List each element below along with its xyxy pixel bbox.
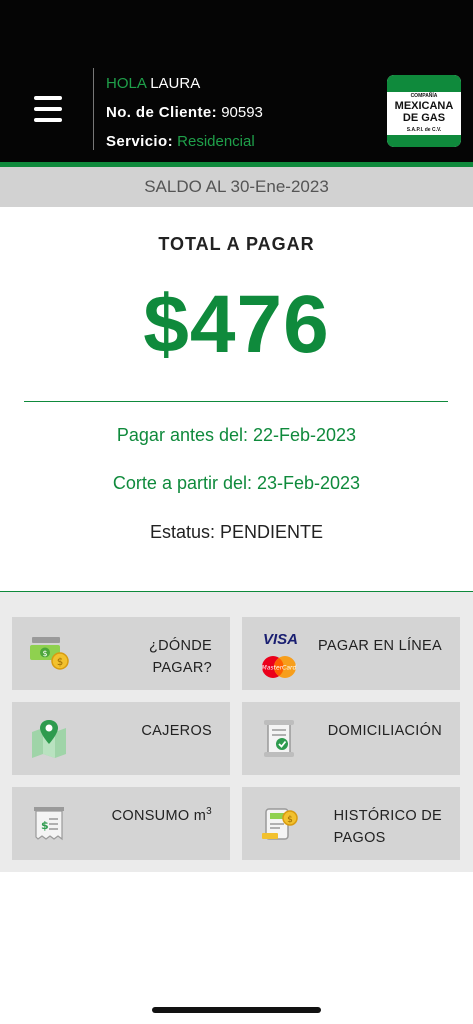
- cut-date: Corte a partir del: 23-Feb-2023: [112, 473, 361, 493]
- service-value: Residencial: [177, 133, 255, 150]
- svg-text:$: $: [41, 819, 49, 832]
- visa-logo: VISA: [263, 631, 299, 648]
- meter-coin-icon: $: [262, 808, 298, 840]
- app-header: HOLA LAURA No. de Cliente: 90593 Servici…: [0, 0, 473, 162]
- svg-text:$: $: [42, 649, 47, 658]
- balance-date-bar: SALDO AL 30-Ene-2023: [0, 167, 473, 207]
- company-logo: COMPAÑÍA MEXICANA DE GAS S.A.P.I. de C.V…: [387, 75, 461, 147]
- where-to-pay-label-1: ¿DÓNDE: [148, 638, 212, 654]
- payment-status: Estatus: PENDIENTE: [149, 522, 324, 542]
- svg-text:MasterCard: MasterCard: [262, 665, 297, 672]
- receipt-money-icon: $: [34, 807, 64, 841]
- payment-history-button[interactable]: $ HISTÓRICO DE PAGOS: [242, 787, 460, 860]
- where-to-pay-label-2: PAGAR?: [152, 660, 212, 676]
- client-number-value: 90593: [221, 104, 263, 121]
- amount-divider: [24, 401, 448, 402]
- direct-debit-button[interactable]: DOMICILIACIÓN: [242, 702, 460, 775]
- atms-label: CAJEROS: [141, 723, 212, 739]
- where-to-pay-button[interactable]: $ $ ¿DÓNDE PAGAR?: [12, 617, 230, 690]
- svg-text:$: $: [57, 657, 63, 668]
- greeting-prefix: HOLA: [106, 75, 147, 92]
- payment-history-label-1: HISTÓRICO DE: [333, 808, 442, 824]
- greeting: HOLA LAURA: [106, 75, 200, 92]
- document-check-icon: [264, 720, 294, 757]
- cash-coin-icon: $ $: [30, 637, 69, 670]
- total-amount: $476: [143, 279, 330, 370]
- client-number-row: No. de Cliente: 90593: [106, 104, 263, 121]
- direct-debit-label: DOMICILIACIÓN: [327, 723, 442, 739]
- pay-online-button[interactable]: VISA MasterCard PAGAR EN LÍNEA: [242, 617, 460, 690]
- service-row: Servicio: Residencial: [106, 133, 255, 150]
- payment-history-label-2: PAGOS: [333, 830, 386, 846]
- consumption-button[interactable]: $ CONSUMO m3: [12, 787, 230, 860]
- atms-button[interactable]: CAJEROS: [12, 702, 230, 775]
- pay-online-label: PAGAR EN LÍNEA: [318, 638, 442, 654]
- map-pin-icon: [32, 720, 66, 758]
- header-divider: [93, 68, 94, 150]
- mastercard-logo: MasterCard: [262, 656, 297, 678]
- consumption-label: CONSUMO m: [111, 808, 207, 824]
- svg-text:$: $: [287, 815, 293, 825]
- consumption-unit-superscript: 3: [206, 806, 212, 818]
- service-label: Servicio:: [106, 133, 173, 150]
- due-date: Pagar antes del: 22-Feb-2023: [116, 425, 357, 445]
- client-number-label: No. de Cliente:: [106, 104, 218, 121]
- total-label: TOTAL A PAGAR: [158, 234, 315, 254]
- hamburger-menu-icon[interactable]: [34, 96, 62, 122]
- home-indicator[interactable]: [152, 1007, 321, 1013]
- user-name: LAURA: [150, 75, 201, 92]
